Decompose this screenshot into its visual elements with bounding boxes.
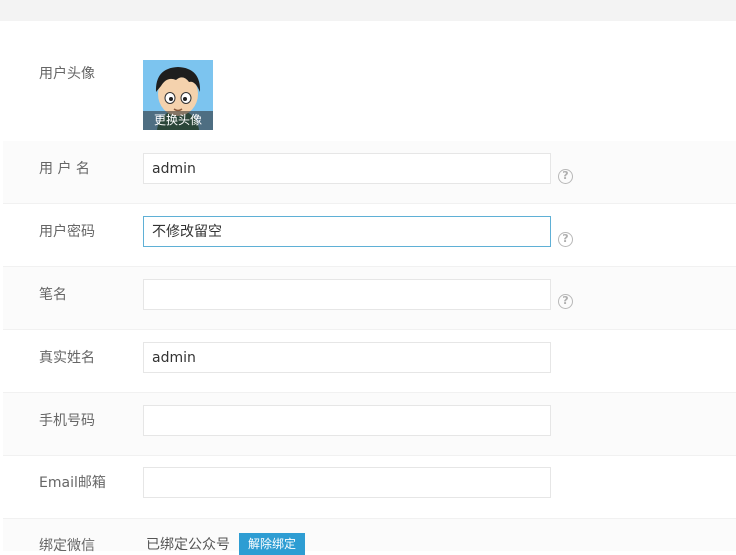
phone-input[interactable] [143, 405, 551, 436]
email-label: Email邮箱 [39, 475, 106, 491]
password-help-icon[interactable]: ? [558, 232, 573, 247]
realname-label: 真实姓名 [39, 350, 95, 366]
unbind-wechat-button[interactable]: 解除绑定 [239, 533, 306, 555]
username-help-icon[interactable]: ? [558, 169, 573, 184]
email-row: Email邮箱 [3, 456, 736, 519]
email-input[interactable] [143, 467, 551, 498]
phone-row: 手机号码 [3, 393, 736, 456]
username-input[interactable] [143, 153, 551, 184]
username-row: 用 户 名 ? [3, 141, 736, 204]
penname-help-icon[interactable]: ? [558, 294, 573, 309]
password-label: 用户密码 [39, 224, 95, 240]
password-row: 用户密码 ? [3, 204, 736, 267]
change-avatar-caption[interactable]: 更换头像 [143, 111, 213, 130]
wechat-row: 绑定微信 已绑定公众号 解除绑定 [3, 519, 736, 555]
penname-row: 笔名 ? [3, 267, 736, 330]
avatar[interactable]: 更换头像 [143, 60, 213, 130]
password-input[interactable] [143, 216, 551, 247]
penname-input[interactable] [143, 279, 551, 310]
avatar-row: 用户头像 [3, 21, 736, 142]
top-bar [0, 0, 736, 21]
realname-row: 真实姓名 [3, 330, 736, 393]
wechat-label: 绑定微信 [39, 538, 95, 554]
penname-label: 笔名 [39, 287, 67, 303]
realname-input[interactable] [143, 342, 551, 373]
wechat-status: 已绑定公众号 [146, 537, 230, 553]
username-label: 用 户 名 [39, 161, 90, 177]
phone-label: 手机号码 [39, 413, 95, 429]
avatar-label: 用户头像 [39, 66, 95, 82]
